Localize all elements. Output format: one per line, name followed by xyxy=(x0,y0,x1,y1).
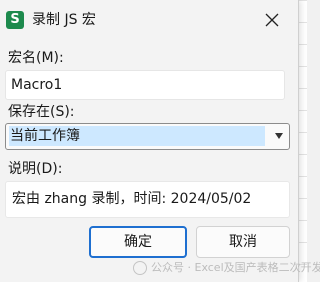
wps-spreadsheet-icon: S xyxy=(6,11,24,29)
macro-name-label: 宏名(M): xyxy=(8,50,64,66)
save-in-dropdown[interactable]: 当前工作簿 xyxy=(5,123,290,150)
watermark-text: 公众号 · Excel及国产表格二次开发 xyxy=(151,261,320,274)
dialog-title: 录制 JS 宏 xyxy=(32,12,96,28)
save-in-selected-value: 当前工作簿 xyxy=(9,126,265,146)
watermark: 公众号 · Excel及国产表格二次开发 xyxy=(133,258,320,278)
title-bar: S 录制 JS 宏 xyxy=(0,0,298,40)
wechat-icon xyxy=(133,261,147,275)
close-button[interactable] xyxy=(256,6,288,34)
chevron-down-icon xyxy=(275,133,283,139)
save-in-label: 保存在(S): xyxy=(8,104,75,120)
close-icon xyxy=(265,13,279,27)
macro-name-input[interactable]: Macro1 xyxy=(5,70,285,100)
cancel-button[interactable]: 取消 xyxy=(196,226,290,258)
description-label: 说明(D): xyxy=(8,161,63,177)
record-macro-dialog: S 录制 JS 宏 宏名(M): Macro1 保存在(S): 当前工作簿 说明… xyxy=(0,0,299,282)
ok-button[interactable]: 确定 xyxy=(89,226,187,258)
description-input[interactable]: 宏由 zhang 录制，时间: 2024/05/02 xyxy=(5,181,290,218)
